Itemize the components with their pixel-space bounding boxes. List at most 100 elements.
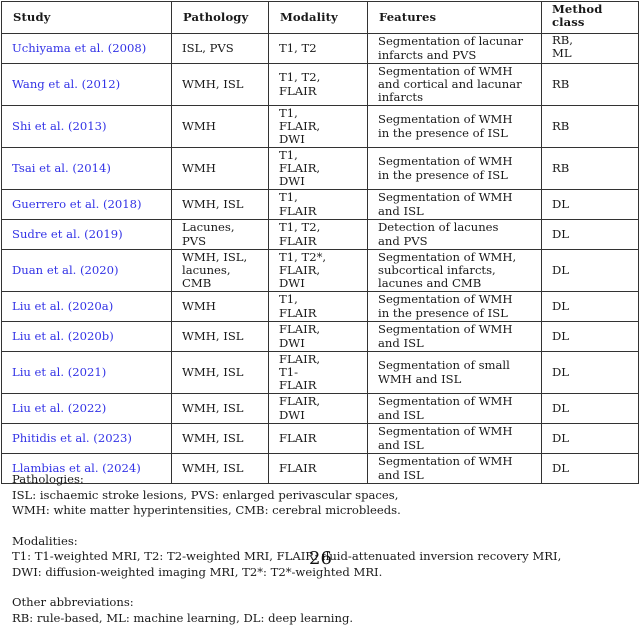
cell-features: Segmentation of WMH, subcortical infarcts… — [367, 249, 542, 292]
cell-features-line: subcortical infarcts, — [378, 262, 496, 277]
cell-features: Segmentation of lacunar infarcts and PVS — [367, 33, 542, 64]
cell-study: Wang et al. (2012) — [1, 63, 172, 106]
study-citation-link[interactable]: Guerrero et al. (2018) — [12, 197, 142, 211]
cell-method-class-line: DL — [552, 298, 569, 313]
cell-features: Segmentation of WMH in the presence of IS… — [367, 291, 542, 322]
cell-features: Detection of lacunes and PVS — [367, 219, 542, 250]
study-citation-link[interactable]: Wang et al. (2012) — [12, 77, 120, 91]
cell-study: Phitidis et al. (2023) — [1, 423, 172, 454]
cell-pathology: WMH, ISL — [171, 393, 269, 424]
cell-modality: FLAIR — [268, 423, 368, 454]
cell-method-class-line: RB — [552, 160, 570, 175]
cell-pathology-line: WMH, ISL, — [182, 249, 248, 264]
cell-method-class: DL — [541, 189, 639, 220]
header-pathology: Pathology — [171, 1, 269, 34]
cell-pathology-line: lacunes, — [182, 262, 231, 277]
cell-modality-line: T1, T2*, — [279, 249, 327, 264]
cell-modality: T1, T2, FLAIR — [268, 219, 368, 250]
cell-modality-line: T1, — [279, 147, 298, 162]
table-row: Liu et al. (2020b) WMH, ISL FLAIR, DWI Segme… — [1, 321, 639, 352]
table-row: Liu et al. (2022) WMH, ISL FLAIR, DWI Segmen… — [1, 393, 639, 424]
cell-modality: FLAIR, T1- FLAIR — [268, 351, 368, 394]
cell-method-class-line: DL — [552, 226, 569, 241]
table-row: Phitidis et al. (2023) WMH, ISL FLAIR Segme… — [1, 423, 639, 454]
cell-pathology-line: WMH — [182, 118, 216, 133]
cell-pathology: Lacunes, PVS — [171, 219, 269, 250]
table-row: Shi et al. (2013) WMH T1, FLAIR, DWI Segmenta… — [1, 105, 639, 148]
cell-method-class-line: DL — [552, 262, 569, 277]
study-citation-link[interactable]: Liu et al. (2021) — [12, 365, 106, 379]
cell-modality: FLAIR, DWI — [268, 321, 368, 352]
cell-features-line: Segmentation of WMH — [378, 454, 513, 469]
cell-method-class-line: DL — [552, 328, 569, 343]
cell-modality-line: FLAIR, — [279, 322, 321, 337]
cell-features: Segmentation of WMH and cortical and lacu… — [367, 63, 542, 106]
study-citation-link[interactable]: Sudre et al. (2019) — [12, 227, 123, 241]
cell-pathology: WMH, ISL — [171, 189, 269, 220]
cell-pathology: WMH — [171, 147, 269, 190]
cell-modality-line: FLAIR, — [279, 394, 321, 409]
cell-method-class: DL — [541, 393, 639, 424]
cell-pathology: WMH, ISL, lacunes, CMB — [171, 249, 269, 292]
table-row: Tsai et al. (2014) WMH T1, FLAIR, DWI Segment… — [1, 147, 639, 190]
cell-modality: T1, FLAIR — [268, 189, 368, 220]
cell-study: Guerrero et al. (2018) — [1, 189, 172, 220]
cell-pathology-line: CMB — [182, 276, 212, 291]
cell-pathology-line: WMH — [182, 160, 216, 175]
cell-modality-line: T1, T2 — [279, 40, 317, 55]
table-header-row: Study Pathology Modality Features Method… — [1, 1, 639, 34]
study-citation-link[interactable]: Shi et al. (2013) — [12, 119, 107, 133]
cell-pathology: WMH, ISL — [171, 63, 269, 106]
cell-pathology: WMH, ISL — [171, 423, 269, 454]
table-row: Duan et al. (2020) WMH, ISL, lacunes, CMB T1… — [1, 249, 639, 292]
cell-modality-line: DWI — [279, 174, 305, 189]
cell-pathology-line: PVS — [182, 233, 207, 248]
cell-modality-line: T1, T2, — [279, 220, 321, 235]
cell-study: Tsai et al. (2014) — [1, 147, 172, 190]
cell-features-line: Segmentation of WMH — [378, 424, 513, 439]
cell-features: Segmentation of WMH in the presence of IS… — [367, 105, 542, 148]
notes-modalities-title: Modalities: — [12, 533, 78, 548]
study-citation-link[interactable]: Liu et al. (2022) — [12, 401, 106, 415]
study-citation-link[interactable]: Phitidis et al. (2023) — [12, 431, 132, 445]
cell-features-line: WMH and ISL — [378, 371, 462, 386]
cell-pathology: WMH — [171, 105, 269, 148]
cell-modality-line: T1, — [279, 190, 298, 205]
cell-pathology-line: WMH, ISL — [182, 76, 244, 91]
cell-features: Segmentation of WMH and ISL — [367, 189, 542, 220]
table-body: Uchiyama et al. (2008) ISL, PVS T1, T2 Segm… — [1, 33, 639, 484]
cell-pathology-line: WMH, ISL — [182, 328, 244, 343]
cell-method-class: RB — [541, 147, 639, 190]
table-row: Liu et al. (2021) WMH, ISL FLAIR, T1- FLAIR S… — [1, 351, 639, 394]
study-citation-link[interactable]: Duan et al. (2020) — [12, 263, 119, 277]
cell-method-class: DL — [541, 321, 639, 352]
cell-pathology-line: WMH, ISL — [182, 196, 244, 211]
cell-modality-line: DWI — [279, 276, 305, 291]
cell-features-line: and PVS — [378, 233, 428, 248]
cell-study: Liu et al. (2021) — [1, 351, 172, 394]
study-citation-link[interactable]: Uchiyama et al. (2008) — [12, 41, 146, 55]
cell-pathology: WMH — [171, 291, 269, 322]
cell-modality: T1, FLAIR, DWI — [268, 105, 368, 148]
cell-method-class: DL — [541, 423, 639, 454]
cell-features-line: in the presence of ISL — [378, 167, 508, 182]
cell-features-line: and ISL — [378, 335, 424, 350]
notes-pathologies-line: WMH: white matter hyperintensities, CMB:… — [12, 503, 401, 517]
cell-study: Shi et al. (2013) — [1, 105, 172, 148]
table-row: Sudre et al. (2019) Lacunes, PVS T1, T2, FLA… — [1, 219, 639, 250]
cell-method-class-line: RB — [552, 118, 570, 133]
cell-pathology-line: WMH — [182, 298, 216, 313]
header-modality: Modality — [268, 1, 368, 34]
cell-modality-line: FLAIR — [279, 233, 317, 248]
cell-method-class: DL — [541, 291, 639, 322]
study-citation-link[interactable]: Tsai et al. (2014) — [12, 161, 111, 175]
header-method-line2: class — [552, 15, 585, 29]
cell-modality-line: FLAIR — [279, 83, 317, 98]
cell-modality-line: FLAIR — [279, 305, 317, 320]
cell-method-class-line: DL — [552, 430, 569, 445]
study-citation-link[interactable]: Liu et al. (2020b) — [12, 329, 114, 343]
cell-modality-line: DWI — [279, 335, 305, 350]
cell-modality-line: FLAIR — [279, 203, 317, 218]
cell-features-line: Segmentation of WMH — [378, 292, 513, 307]
study-citation-link[interactable]: Liu et al. (2020a) — [12, 299, 113, 313]
